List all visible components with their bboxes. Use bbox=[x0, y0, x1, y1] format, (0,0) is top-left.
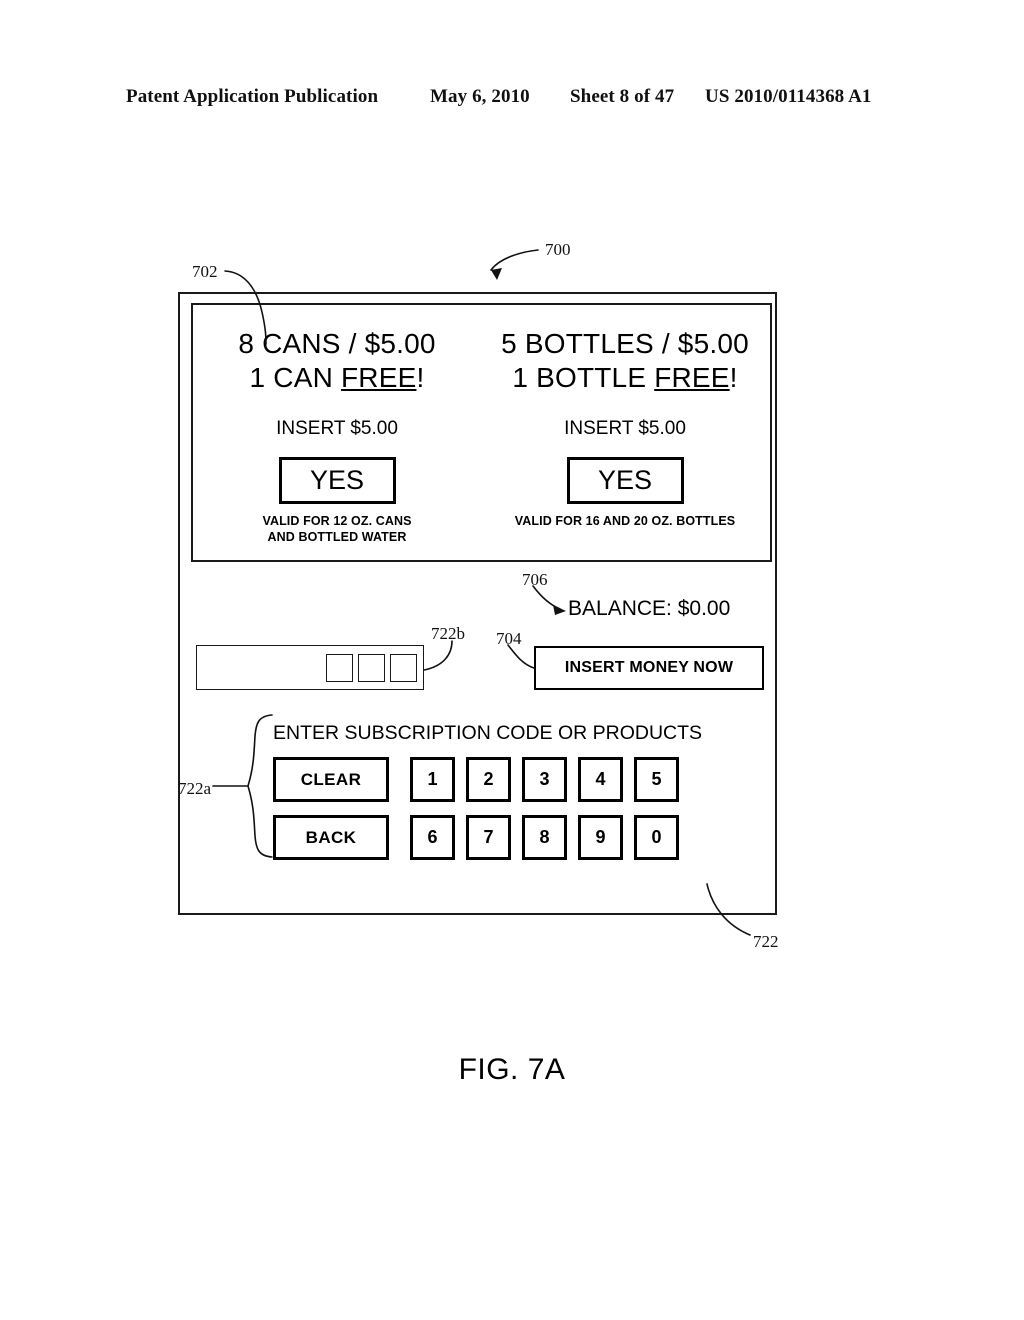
offer-insert-instruction: INSERT $5.00 bbox=[276, 418, 398, 439]
offer-free-prefix: 1 CAN bbox=[249, 362, 341, 393]
keypad-key-2[interactable]: 2 bbox=[466, 757, 511, 802]
reference-numeral-700: 700 bbox=[545, 240, 571, 259]
publication-type: Patent Application Publication bbox=[126, 86, 379, 107]
figure-caption: FIG. 7A bbox=[458, 1053, 566, 1086]
offer-free-word: FREE bbox=[654, 362, 730, 393]
keypad-key-0[interactable]: 0 bbox=[634, 815, 679, 860]
reference-numeral-722a: 722a bbox=[178, 779, 212, 798]
keypad-title: ENTER SUBSCRIPTION CODE OR PRODUCTS bbox=[273, 722, 703, 744]
reference-numeral-722: 722 bbox=[753, 932, 779, 951]
offer-validity-line1: VALID FOR 12 OZ. CANS bbox=[262, 514, 412, 528]
promotional-display-panel: 8 CANS / $5.00 1 CAN FREE! INSERT $5.00 … bbox=[191, 303, 772, 562]
leader-700 bbox=[490, 249, 539, 271]
arrowhead-700 bbox=[491, 268, 502, 280]
offer-validity-note: VALID FOR 12 OZ. CANS AND BOTTLED WATER bbox=[199, 513, 475, 545]
keypad-key-1[interactable]: 1 bbox=[410, 757, 455, 802]
code-display-field[interactable] bbox=[196, 645, 424, 690]
offer-headline: 5 BOTTLES / $5.00 bbox=[501, 328, 749, 359]
code-slot-group bbox=[326, 654, 417, 682]
offer-yes-button-bottles[interactable]: YES bbox=[566, 457, 684, 504]
reference-numeral-704: 704 bbox=[496, 629, 522, 648]
keypad-key-7[interactable]: 7 bbox=[466, 815, 511, 860]
offer-insert-instruction: INSERT $5.00 bbox=[564, 418, 686, 439]
keypad-key-4[interactable]: 4 bbox=[578, 757, 623, 802]
publication-header: Patent Application Publication May 6, 20… bbox=[0, 86, 1024, 112]
offer-free-word: FREE bbox=[340, 362, 417, 393]
code-slot bbox=[390, 654, 417, 682]
keypad-key-9[interactable]: 9 bbox=[578, 815, 623, 860]
keypad-clear-button[interactable]: CLEAR bbox=[273, 757, 389, 802]
offer-validity-line1: VALID FOR 16 AND 20 OZ. BOTTLES bbox=[514, 514, 736, 528]
offer-free-suffix: ! bbox=[416, 362, 425, 393]
reference-numeral-722b: 722b bbox=[431, 624, 465, 643]
reference-numeral-702: 702 bbox=[192, 262, 218, 281]
offer-validity-line2: AND BOTTLED WATER bbox=[267, 530, 407, 544]
insert-money-now-button[interactable]: INSERT MONEY NOW bbox=[534, 646, 764, 690]
balance-readout: BALANCE: $0.00 bbox=[568, 597, 731, 620]
sheet-number: Sheet 8 of 47 bbox=[570, 86, 675, 107]
promo-offer-cans: 8 CANS / $5.00 1 CAN FREE! INSERT $5.00 … bbox=[199, 327, 475, 545]
keypad-back-button[interactable]: BACK bbox=[273, 815, 389, 860]
keypad-key-6[interactable]: 6 bbox=[410, 815, 455, 860]
offer-yes-button-cans[interactable]: YES bbox=[278, 457, 396, 504]
promo-offer-bottles: 5 BOTTLES / $5.00 1 BOTTLE FREE! INSERT … bbox=[487, 327, 763, 529]
code-slot bbox=[326, 654, 353, 682]
offer-free-suffix: ! bbox=[729, 362, 738, 393]
keypad-key-3[interactable]: 3 bbox=[522, 757, 567, 802]
reference-numeral-706: 706 bbox=[522, 570, 548, 589]
offer-free-prefix: 1 BOTTLE bbox=[512, 362, 655, 393]
offer-free-line: 1 CAN FREE! bbox=[199, 361, 475, 395]
publication-date: May 6, 2010 bbox=[430, 86, 530, 107]
offer-free-line: 1 BOTTLE FREE! bbox=[487, 361, 763, 395]
publication-number: US 2010/0114368 A1 bbox=[705, 86, 872, 107]
offer-headline: 8 CANS / $5.00 bbox=[238, 328, 436, 359]
code-slot bbox=[358, 654, 385, 682]
offer-validity-note: VALID FOR 16 AND 20 OZ. BOTTLES bbox=[487, 513, 763, 529]
keypad-key-5[interactable]: 5 bbox=[634, 757, 679, 802]
keypad-key-8[interactable]: 8 bbox=[522, 815, 567, 860]
